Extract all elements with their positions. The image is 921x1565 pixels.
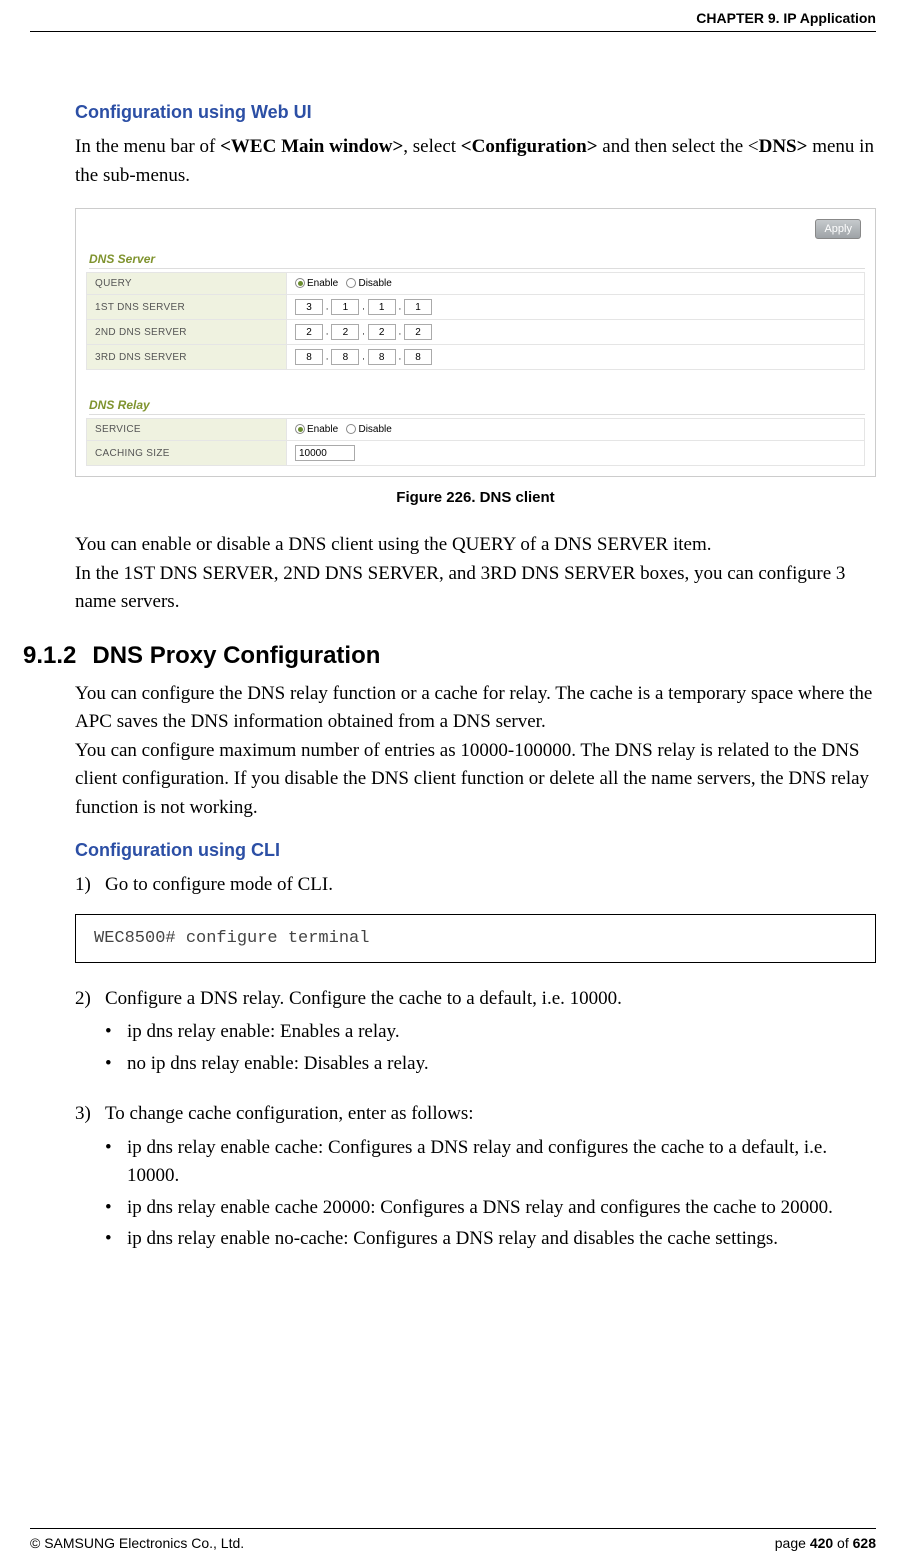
ip-octet-input[interactable]: 2 xyxy=(404,324,432,340)
ip-octet-input[interactable]: 2 xyxy=(368,324,396,340)
dns-server-section-label: DNS Server xyxy=(89,252,865,269)
proxy-para1: You can configure the DNS relay function… xyxy=(75,680,876,737)
cli-step-1: 1) Go to configure mode of CLI. xyxy=(75,871,876,900)
page-number: page 420 of 628 xyxy=(775,1535,876,1551)
list-item: •ip dns relay enable cache: Configures a… xyxy=(105,1134,876,1191)
query-label: QUERY xyxy=(87,273,287,295)
radio-enable-icon[interactable] xyxy=(295,278,305,288)
ip-octet-input[interactable]: 1 xyxy=(331,299,359,315)
table-row: 3RD DNS SERVER 8 . 8 . 8 . 8 xyxy=(87,345,865,370)
figure-caption: Figure 226. DNS client xyxy=(75,489,876,506)
table-row: 2ND DNS SERVER 2 . 2 . 2 . 2 xyxy=(87,320,865,345)
table-row: CACHING SIZE 10000 xyxy=(87,441,865,466)
radio-disable-icon[interactable] xyxy=(346,424,356,434)
ip-octet-input[interactable]: 8 xyxy=(404,349,432,365)
ip-octet-input[interactable]: 2 xyxy=(331,324,359,340)
query-explain: You can enable or disable a DNS client u… xyxy=(75,531,876,560)
cli-heading: Configuration using CLI xyxy=(75,840,876,861)
dns2-label: 2ND DNS SERVER xyxy=(87,320,287,345)
page-header: CHAPTER 9. IP Application xyxy=(30,10,876,32)
ip-octet-input[interactable]: 1 xyxy=(368,299,396,315)
ip-octet-input[interactable]: 2 xyxy=(295,324,323,340)
section-title: DNS Proxy Configuration xyxy=(92,642,380,669)
ip-octet-input[interactable]: 1 xyxy=(404,299,432,315)
cli-code-block: WEC8500# configure terminal xyxy=(75,914,876,963)
bullet-icon: • xyxy=(105,1225,127,1254)
ip-octet-input[interactable]: 8 xyxy=(368,349,396,365)
list-item: •no ip dns relay enable: Disables a rela… xyxy=(105,1050,876,1079)
web-ui-heading: Configuration using Web UI xyxy=(75,102,876,123)
bullet-icon: • xyxy=(105,1050,127,1079)
caching-label: CACHING SIZE xyxy=(87,441,287,466)
service-label: SERVICE xyxy=(87,419,287,441)
chapter-label: CHAPTER 9. IP Application xyxy=(696,10,876,26)
radio-enable-icon[interactable] xyxy=(295,424,305,434)
apply-button[interactable]: Apply xyxy=(815,219,861,239)
servers-explain: In the 1ST DNS SERVER, 2ND DNS SERVER, a… xyxy=(75,560,876,617)
bullet-icon: • xyxy=(105,1018,127,1047)
dns-proxy-heading: 9.1.2 DNS Proxy Configuration xyxy=(23,642,876,670)
dns-relay-section-label: DNS Relay xyxy=(89,398,865,415)
list-item: •ip dns relay enable cache 20000: Config… xyxy=(105,1194,876,1223)
bullet-icon: • xyxy=(105,1194,127,1223)
ip-octet-input[interactable]: 3 xyxy=(295,299,323,315)
section-number: 9.1.2 xyxy=(23,642,76,670)
dns-config-screenshot: Apply DNS Server QUERY Enable Disable 1S… xyxy=(75,208,876,477)
page-footer: © SAMSUNG Electronics Co., Ltd. page 420… xyxy=(30,1528,876,1551)
ip-octet-input[interactable]: 8 xyxy=(331,349,359,365)
table-row: QUERY Enable Disable xyxy=(87,273,865,295)
caching-size-input[interactable]: 10000 xyxy=(295,445,355,461)
intro-paragraph: In the menu bar of <WEC Main window>, se… xyxy=(75,133,876,190)
proxy-para2: You can configure maximum number of entr… xyxy=(75,737,876,823)
table-row: 1ST DNS SERVER 3 . 1 . 1 . 1 xyxy=(87,295,865,320)
cli-step-2: 2) Configure a DNS relay. Configure the … xyxy=(75,985,876,1014)
dns3-label: 3RD DNS SERVER xyxy=(87,345,287,370)
table-row: SERVICE Enable Disable xyxy=(87,419,865,441)
ip-octet-input[interactable]: 8 xyxy=(295,349,323,365)
list-item: •ip dns relay enable: Enables a relay. xyxy=(105,1018,876,1047)
copyright: © SAMSUNG Electronics Co., Ltd. xyxy=(30,1535,244,1551)
list-item: •ip dns relay enable no-cache: Configure… xyxy=(105,1225,876,1254)
radio-disable-icon[interactable] xyxy=(346,278,356,288)
dns1-label: 1ST DNS SERVER xyxy=(87,295,287,320)
bullet-icon: • xyxy=(105,1134,127,1191)
dns-relay-table: SERVICE Enable Disable CACHING SIZE 1000… xyxy=(86,418,865,466)
cli-step-3: 3) To change cache configuration, enter … xyxy=(75,1100,876,1129)
dns-server-table: QUERY Enable Disable 1ST DNS SERVER 3 . … xyxy=(86,272,865,370)
